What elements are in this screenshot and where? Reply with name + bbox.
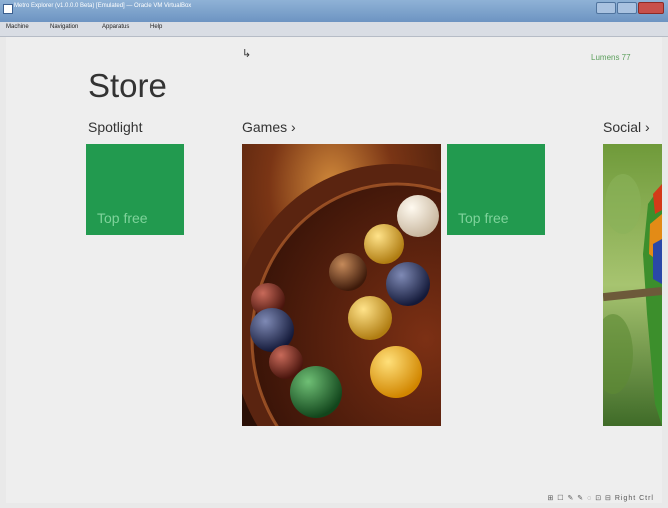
tile-top-free-spotlight[interactable]: Top free <box>86 144 184 235</box>
section-heading-social[interactable]: Social › <box>603 119 650 135</box>
menu-apparatus[interactable]: Apparatus <box>102 24 129 30</box>
app-icon <box>3 4 13 14</box>
parrot-photo <box>603 144 662 426</box>
section-heading-spotlight[interactable]: Spotlight <box>88 119 142 135</box>
menu-help[interactable]: Help <box>150 24 162 30</box>
vm-status-bar[interactable]: ⊞ ☐ ✎ ✎ ◌ ⊡ ⊟ Right Ctrl <box>547 494 654 502</box>
store-app: Store Lumens 77 ↳ Spotlight Top free Gam… <box>6 37 662 503</box>
menubar: Machine Navigation Apparatus Help <box>0 22 668 37</box>
tile-top-free-games[interactable]: Top free <box>447 144 545 235</box>
tile-label: Top free <box>458 210 509 226</box>
mouse-cursor-icon: ↳ <box>242 48 252 60</box>
marbles-photo <box>242 144 441 426</box>
tile-label: Top free <box>97 210 148 226</box>
marbles-photo-tile[interactable] <box>242 144 441 426</box>
parrot-photo-tile[interactable] <box>603 144 662 426</box>
minimize-button[interactable] <box>596 2 616 14</box>
window-titlebar[interactable]: Metro Explorer (v1.0.0.0 Beta) [Emulated… <box>0 0 668 22</box>
section-heading-games[interactable]: Games › <box>242 119 296 135</box>
menu-machine[interactable]: Machine <box>6 24 29 30</box>
maximize-button[interactable] <box>617 2 637 14</box>
window-controls <box>595 2 664 14</box>
page-title: Store <box>88 67 167 104</box>
account-link[interactable]: Lumens 77 <box>591 53 631 62</box>
window-title: Metro Explorer (v1.0.0.0 Beta) [Emulated… <box>14 3 192 9</box>
close-button[interactable] <box>638 2 664 14</box>
menu-navigation[interactable]: Navigation <box>50 24 78 30</box>
